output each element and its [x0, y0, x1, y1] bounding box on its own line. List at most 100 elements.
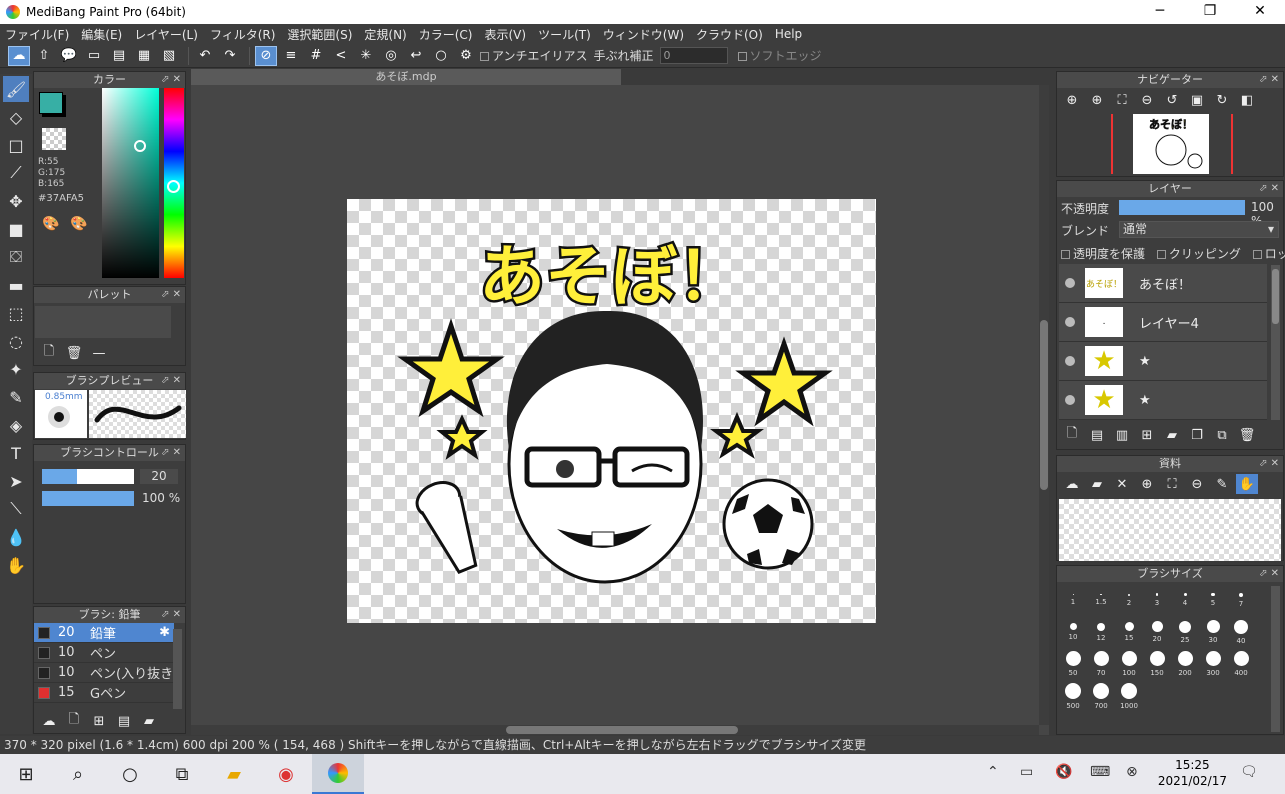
vertical-scroll-thumb[interactable]	[1040, 320, 1048, 490]
brush-size-preset[interactable]: 50	[1059, 648, 1087, 680]
frame-icon[interactable]: ▧	[158, 46, 180, 66]
operation-tool-icon[interactable]: ➤	[3, 468, 29, 494]
radial-snap-icon[interactable]: ✳	[355, 46, 377, 66]
select-eraser-tool-icon[interactable]: ◈	[3, 412, 29, 438]
duplicate-layer-icon[interactable]: ❐	[1186, 425, 1208, 445]
layer-row[interactable]: あそぼ！ あそぼ！	[1059, 264, 1267, 303]
select-tool-icon[interactable]: ⬚	[3, 300, 29, 326]
horizontal-scroll-thumb[interactable]	[506, 726, 738, 734]
panel-close-icon[interactable]: ⬀ ✕	[161, 72, 181, 88]
zoom-in-icon[interactable]: ⊕	[1086, 90, 1108, 110]
select-pen-tool-icon[interactable]: ✎	[3, 384, 29, 410]
color-wheel-icon[interactable]: 🎨	[42, 216, 64, 236]
brush-size-scrollbar[interactable]	[1271, 586, 1280, 732]
menu-selection[interactable]: 選択範囲(S)	[287, 26, 352, 43]
menu-help[interactable]: Help	[775, 27, 802, 41]
saturation-value-square[interactable]	[102, 88, 159, 278]
rotate-right-icon[interactable]: ↻	[1211, 90, 1233, 110]
actual-size-icon[interactable]: ▣	[1186, 90, 1208, 110]
soft-edge-toggle[interactable]: ソフトエッジ	[737, 47, 822, 64]
visibility-eye-icon[interactable]	[1065, 356, 1075, 366]
brush-tool-icon[interactable]: 🖌	[3, 76, 29, 102]
material-preview[interactable]	[1059, 499, 1281, 561]
page-icon[interactable]: ▤	[108, 46, 130, 66]
close-button[interactable]: ✕	[1235, 0, 1285, 24]
brush-size-preset[interactable]: 5	[1199, 584, 1227, 616]
brush-size-slider[interactable]	[42, 469, 134, 484]
brush-size-preset[interactable]: 40	[1227, 616, 1255, 648]
menu-edit[interactable]: 編集(E)	[81, 26, 122, 43]
hand-tool-icon[interactable]: ✋	[3, 552, 29, 578]
brush-settings-icon[interactable]: ✱	[159, 625, 170, 640]
minimize-button[interactable]: ─	[1135, 0, 1185, 24]
menu-view[interactable]: 表示(V)	[484, 26, 526, 43]
palette-swatch-area[interactable]	[35, 306, 171, 338]
add-layer-menu-icon[interactable]: ⊞	[1136, 425, 1158, 445]
brush-size-preset[interactable]: 20	[1143, 616, 1171, 648]
brush-size-preset[interactable]: 300	[1199, 648, 1227, 680]
menu-tool[interactable]: ツール(T)	[538, 26, 591, 43]
eyedropper-tool-icon[interactable]: 💧	[3, 524, 29, 550]
transparent-color-swatch[interactable]	[42, 128, 66, 150]
brush-item-pencil[interactable]: 20 鉛筆 ✱	[34, 623, 174, 643]
brush-size-preset[interactable]: 12	[1087, 616, 1115, 648]
system-clock[interactable]: 15:25 2021/02/17	[1158, 757, 1227, 789]
menu-filter[interactable]: フィルタ(R)	[210, 26, 275, 43]
open-folder-icon[interactable]: ▰	[1086, 474, 1108, 494]
layer-row[interactable]: ★ ★	[1059, 381, 1267, 420]
brush-size-preset[interactable]: 25	[1171, 616, 1199, 648]
brush-size-preset[interactable]: 100	[1115, 648, 1143, 680]
visibility-eye-icon[interactable]	[1065, 395, 1075, 405]
snap-off-icon[interactable]: ⊘	[255, 45, 277, 66]
blend-select[interactable]: 通常 ▾	[1119, 221, 1279, 238]
perspective-snap-icon[interactable]: <	[330, 46, 352, 66]
dot-tool-icon[interactable]: □	[3, 132, 29, 158]
hue-slider[interactable]	[164, 88, 184, 278]
brush-size-preset[interactable]: 200	[1171, 648, 1199, 680]
close-material-icon[interactable]: ✕	[1111, 474, 1133, 494]
menu-color[interactable]: カラー(C)	[419, 26, 473, 43]
flip-icon[interactable]: ◧	[1236, 90, 1258, 110]
cloud-save-icon[interactable]: ☁	[8, 45, 30, 66]
magic-wand-tool-icon[interactable]: ✦	[3, 356, 29, 382]
menu-ruler[interactable]: 定規(N)	[364, 26, 406, 43]
text-tool-icon[interactable]: T	[3, 440, 29, 466]
brush-folder-icon[interactable]: ▰	[138, 711, 160, 731]
soft-edge-checkbox[interactable]	[737, 52, 747, 61]
medibang-taskbar-icon[interactable]	[312, 754, 364, 794]
menu-cloud[interactable]: クラウド(O)	[696, 26, 763, 43]
brush-size-preset[interactable]: 70	[1087, 648, 1115, 680]
keyboard-icon[interactable]: ⌨	[1090, 764, 1110, 780]
fit-screen-icon[interactable]: ⛶	[1161, 474, 1183, 494]
zoom-out-icon[interactable]: ⊖	[1186, 474, 1208, 494]
brush-size-preset[interactable]: 1.5	[1087, 584, 1115, 616]
delete-layer-icon[interactable]: 🗑	[1236, 425, 1258, 445]
maximize-button[interactable]: ❐	[1185, 0, 1235, 24]
move-tool-icon[interactable]: ✥	[3, 188, 29, 214]
layer-scroll-thumb[interactable]	[1272, 269, 1279, 324]
panel-close-icon[interactable]: ⬀ ✕	[161, 287, 181, 303]
snap-settings-icon[interactable]: ⚙	[455, 46, 477, 66]
balloon-icon[interactable]: ▭	[83, 46, 105, 66]
chrome-icon[interactable]: ◉	[260, 754, 312, 794]
lock-toggle[interactable]: ロック	[1252, 247, 1285, 261]
stabilizer-select[interactable]: 0	[659, 47, 728, 64]
ellipse-snap-icon[interactable]: ○	[430, 46, 452, 66]
new-color-layer-icon[interactable]: ▤	[1086, 425, 1108, 445]
bucket-tool-icon[interactable]: ⛋	[3, 244, 29, 270]
visibility-eye-icon[interactable]	[1065, 278, 1075, 288]
panel-close-icon[interactable]: ⬀ ✕	[161, 445, 181, 461]
brush-size-preset[interactable]: 10	[1059, 616, 1087, 648]
brush-size-preset[interactable]: 4	[1171, 584, 1199, 616]
undo-icon[interactable]: ↶	[194, 46, 216, 66]
layer-folder-icon[interactable]: ▰	[1161, 425, 1183, 445]
brush-size-preset[interactable]: 3	[1143, 584, 1171, 616]
parallel-snap-icon[interactable]: ≡	[280, 46, 302, 66]
brush-item-pen[interactable]: 10 ペン	[34, 643, 174, 663]
fit-screen-icon[interactable]: ⛶	[1111, 90, 1133, 110]
new-halftone-layer-icon[interactable]: ▥	[1111, 425, 1133, 445]
zoom-in-icon[interactable]: ⊕	[1136, 474, 1158, 494]
zoom-in-icon[interactable]: ⊕	[1061, 90, 1083, 110]
zoom-out-icon[interactable]: ⊖	[1136, 90, 1158, 110]
rotate-left-icon[interactable]: ↺	[1161, 90, 1183, 110]
